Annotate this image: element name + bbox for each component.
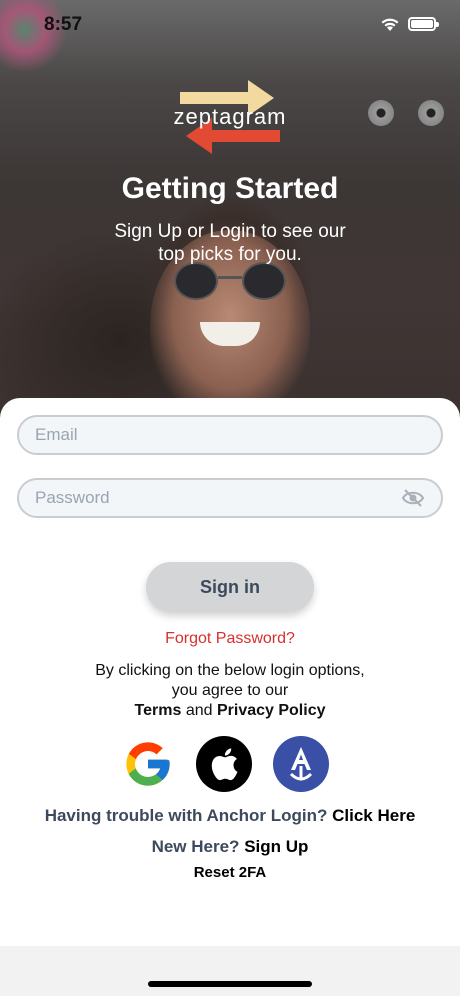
sign-up-link[interactable]: Sign Up — [244, 837, 308, 856]
eye-off-icon[interactable] — [401, 488, 425, 508]
hero-background — [0, 0, 460, 420]
lens — [174, 262, 218, 300]
password-field[interactable] — [17, 478, 443, 518]
agreement-line-1: By clicking on the below login options, — [95, 662, 365, 679]
anchor-help-row: Having trouble with Anchor Login? Click … — [0, 806, 460, 826]
email-input[interactable] — [35, 425, 425, 445]
hero-rivets — [348, 100, 444, 131]
battery-icon — [408, 17, 439, 31]
rivet — [418, 100, 444, 126]
agreement-links: Terms and Privacy Policy — [0, 701, 460, 721]
click-here-link[interactable]: Click Here — [332, 806, 415, 825]
agreement-and: and — [185, 702, 213, 719]
page-title: Getting Started — [121, 172, 339, 205]
status-bar: 8:57 — [0, 0, 460, 50]
apple-icon — [211, 748, 238, 781]
glasses-bridge — [218, 276, 242, 279]
agreement-line-2: you agree to our — [171, 682, 289, 699]
zeptagram-logo: zeptagram — [170, 78, 290, 156]
new-here-text: New Here? — [151, 837, 240, 856]
rivet — [367, 100, 394, 126]
reset-2fa-link[interactable]: Reset 2FA — [0, 864, 460, 881]
signup-row: New Here? Sign Up — [0, 837, 460, 857]
social-login-row — [120, 736, 332, 792]
terms-link[interactable]: Terms — [135, 702, 182, 719]
anchor-trouble-text: Having trouble with Anchor Login? — [44, 806, 328, 825]
hero-photo-sunglasses — [174, 262, 286, 302]
logo-text: zeptagram — [173, 104, 287, 129]
wifi-icon — [381, 18, 399, 31]
anchor-login-button[interactable] — [273, 736, 329, 792]
google-icon — [126, 742, 170, 786]
sign-in-button[interactable]: Sign in — [146, 562, 314, 612]
lens — [242, 262, 286, 300]
password-input[interactable] — [35, 488, 401, 508]
apple-login-button[interactable] — [196, 736, 252, 792]
anchor-icon — [289, 747, 313, 781]
status-time: 8:57 — [44, 14, 83, 35]
email-field[interactable] — [17, 415, 443, 455]
status-indicators — [380, 16, 439, 32]
agreement-text: By clicking on the below login options, … — [0, 661, 460, 721]
forgot-password-link[interactable]: Forgot Password? — [0, 630, 460, 648]
page-subtitle: Sign Up or Login to see our top picks fo… — [114, 221, 346, 265]
home-indicator — [148, 981, 312, 987]
google-login-button[interactable] — [120, 736, 176, 792]
privacy-policy-link[interactable]: Privacy Policy — [217, 702, 326, 719]
